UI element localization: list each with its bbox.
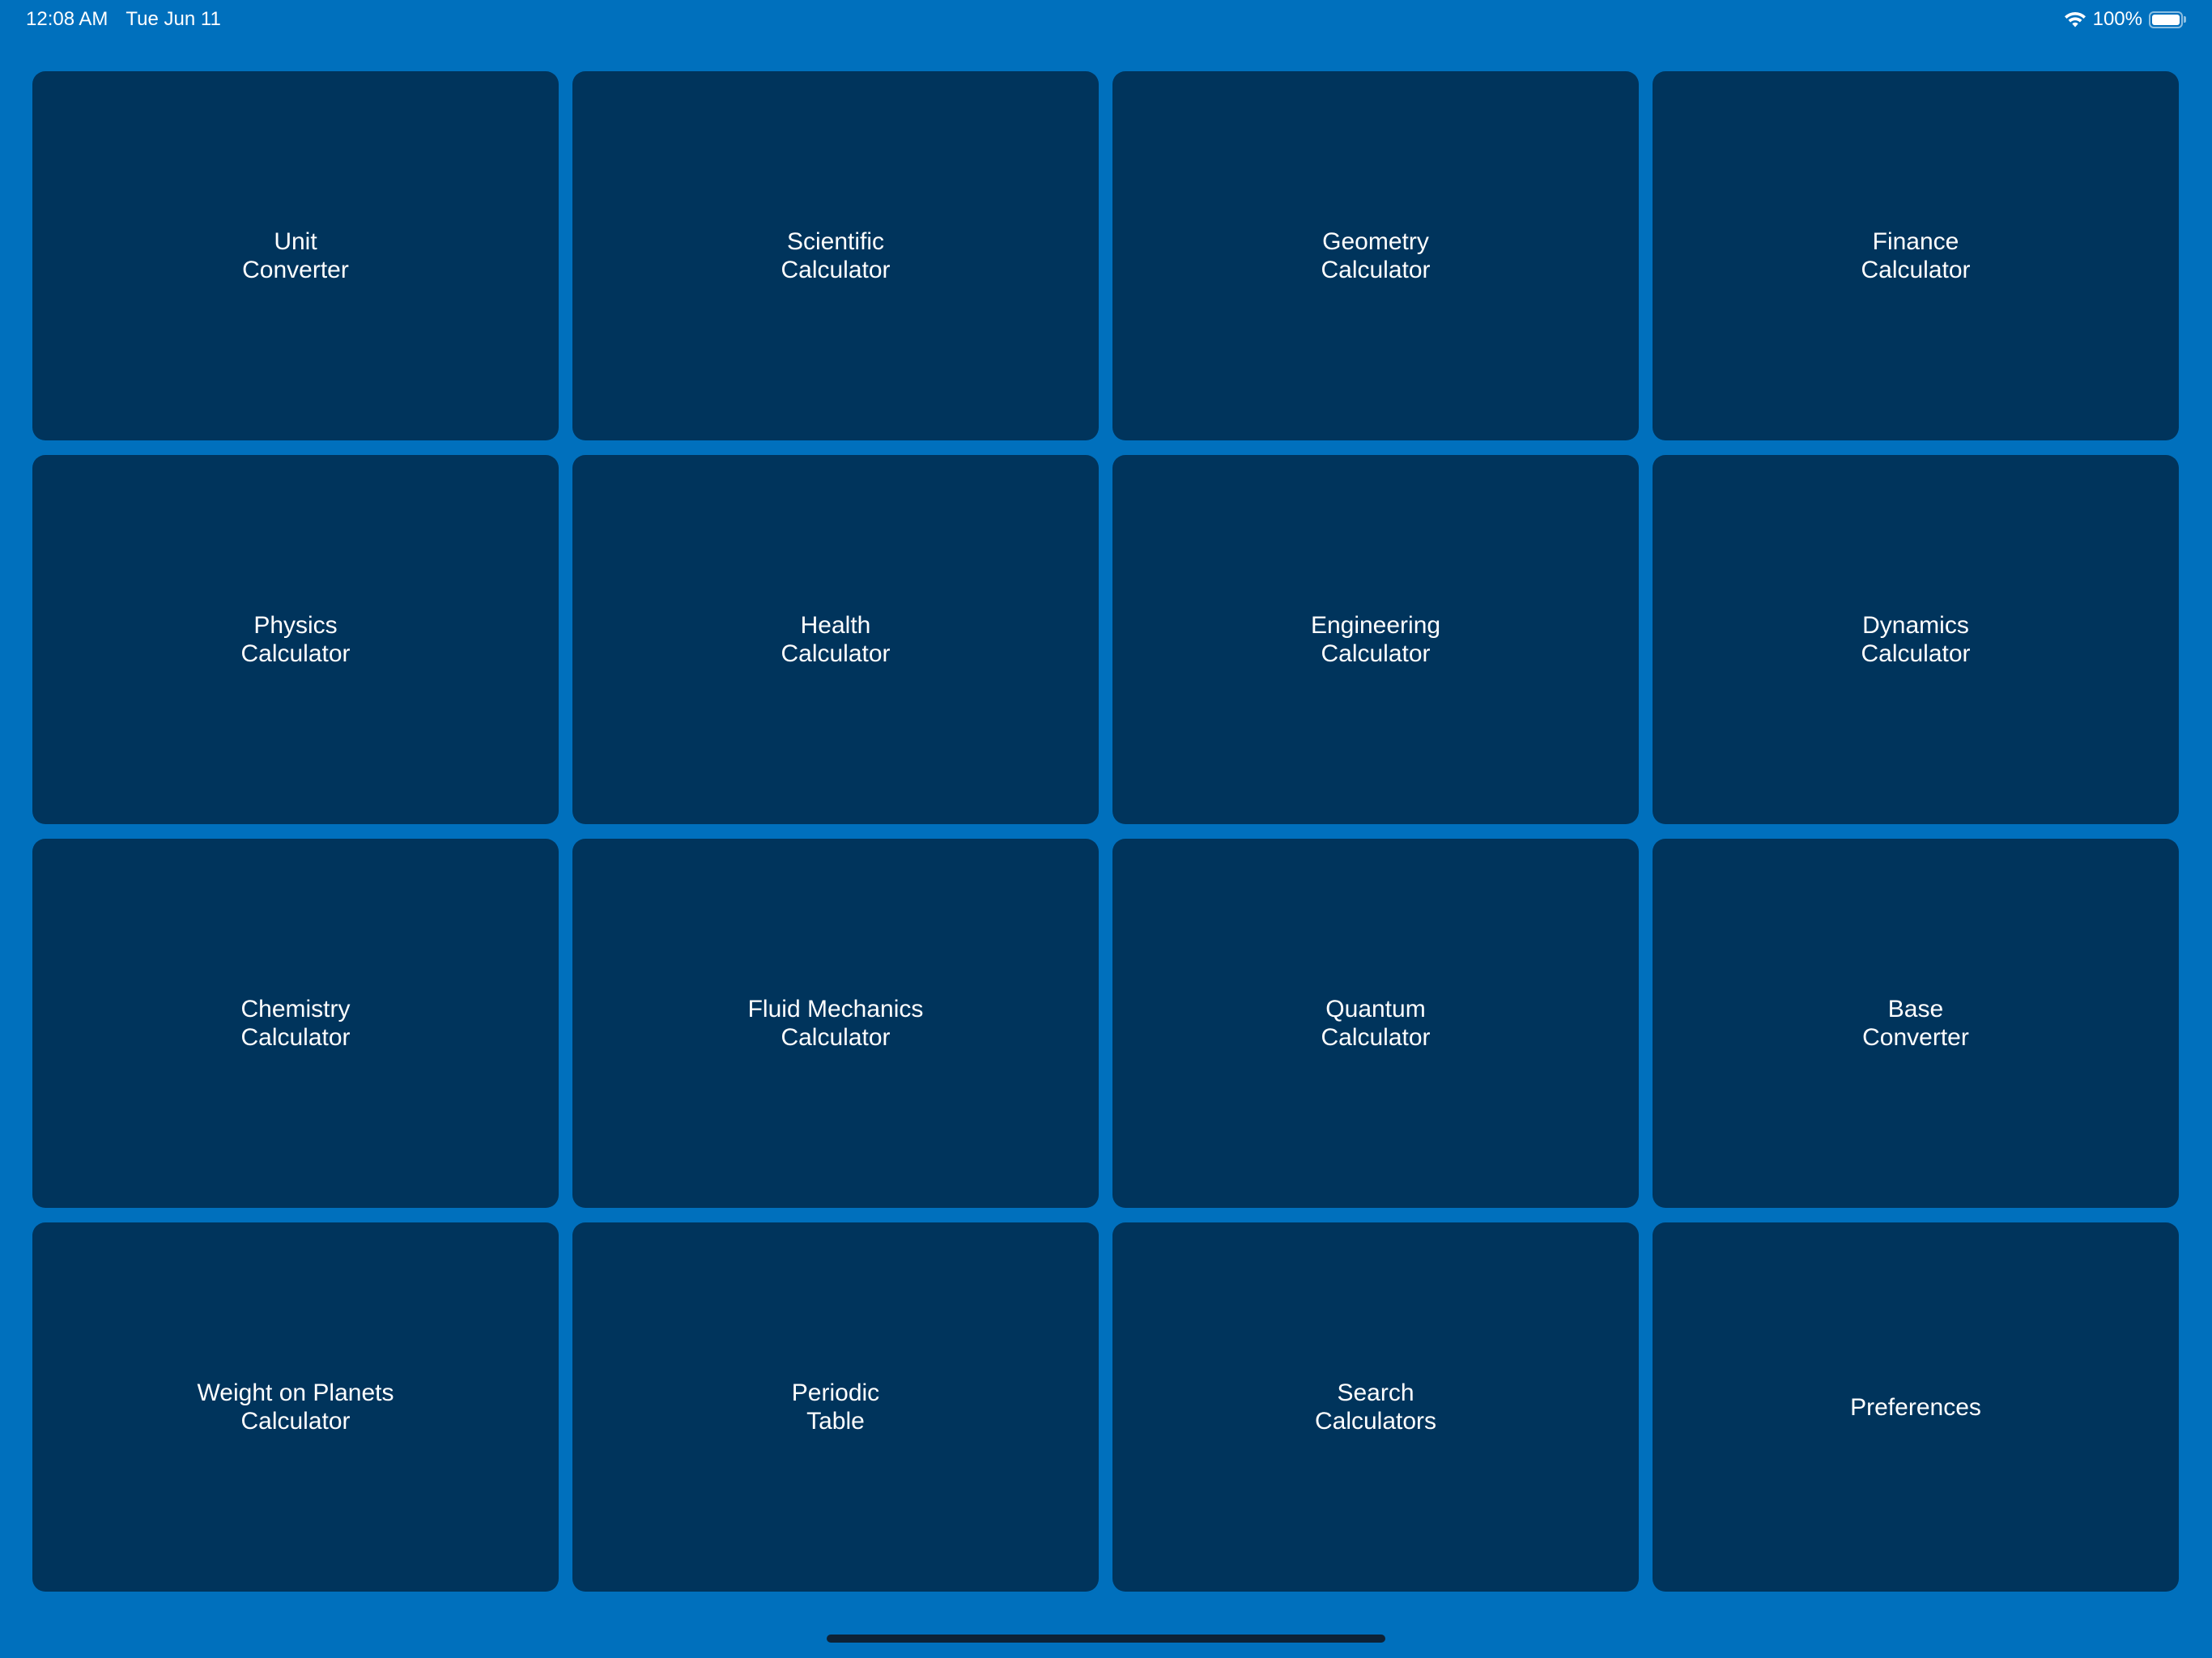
tile-label: Engineering Calculator: [1310, 612, 1441, 667]
tile-finance-calculator[interactable]: Finance Calculator: [1653, 71, 2179, 440]
tile-label: Health Calculator: [781, 612, 891, 667]
tile-label: Base Converter: [1862, 996, 1969, 1051]
tile-dynamics-calculator[interactable]: Dynamics Calculator: [1653, 455, 2179, 824]
calculator-grid: Unit Converter Scientific Calculator Geo…: [32, 71, 2180, 1593]
tile-label: Physics Calculator: [240, 612, 351, 667]
battery-percentage: 100%: [2092, 8, 2142, 30]
tile-label: Scientific Calculator: [781, 228, 891, 283]
tile-label: Weight on Planets Calculator: [197, 1380, 394, 1435]
wifi-icon: [2064, 11, 2087, 28]
tile-label: Finance Calculator: [1861, 228, 1971, 283]
tile-chemistry-calculator[interactable]: Chemistry Calculator: [32, 839, 559, 1208]
battery-icon: [2149, 11, 2186, 28]
tile-search-calculators[interactable]: Search Calculators: [1112, 1222, 1639, 1592]
home-indicator[interactable]: [827, 1635, 1385, 1643]
tile-engineering-calculator[interactable]: Engineering Calculator: [1112, 455, 1639, 824]
status-time-date: 12:08 AM Tue Jun 11: [26, 6, 221, 32]
tile-health-calculator[interactable]: Health Calculator: [572, 455, 1099, 824]
tile-periodic-table[interactable]: Periodic Table: [572, 1222, 1099, 1592]
battery-body: [2149, 11, 2183, 28]
tile-scientific-calculator[interactable]: Scientific Calculator: [572, 71, 1099, 440]
tile-label: Unit Converter: [242, 228, 349, 283]
battery-tip: [2184, 16, 2186, 23]
tile-label: Dynamics Calculator: [1861, 612, 1971, 667]
tile-label: Geometry Calculator: [1321, 228, 1431, 283]
tile-geometry-calculator[interactable]: Geometry Calculator: [1112, 71, 1639, 440]
tile-physics-calculator[interactable]: Physics Calculator: [32, 455, 559, 824]
tile-label: Quantum Calculator: [1321, 996, 1431, 1051]
tile-fluid-mechanics-calculator[interactable]: Fluid Mechanics Calculator: [572, 839, 1099, 1208]
status-time: 12:08 AM: [26, 8, 108, 30]
tile-base-converter[interactable]: Base Converter: [1653, 839, 2179, 1208]
tile-label: Periodic Table: [791, 1380, 880, 1435]
tile-label: Chemistry Calculator: [240, 996, 351, 1051]
tile-preferences[interactable]: Preferences: [1653, 1222, 2179, 1592]
tile-unit-converter[interactable]: Unit Converter: [32, 71, 559, 440]
status-bar: 12:08 AM Tue Jun 11 100%: [0, 0, 2212, 39]
status-date: Tue Jun 11: [125, 8, 221, 30]
tile-quantum-calculator[interactable]: Quantum Calculator: [1112, 839, 1639, 1208]
tile-weight-on-planets-calculator[interactable]: Weight on Planets Calculator: [32, 1222, 559, 1592]
tile-label: Preferences: [1850, 1393, 1981, 1421]
tile-label: Fluid Mechanics Calculator: [747, 996, 924, 1051]
tile-label: Search Calculators: [1314, 1380, 1437, 1435]
status-indicators: 100%: [2064, 6, 2186, 32]
battery-fill: [2152, 14, 2180, 25]
